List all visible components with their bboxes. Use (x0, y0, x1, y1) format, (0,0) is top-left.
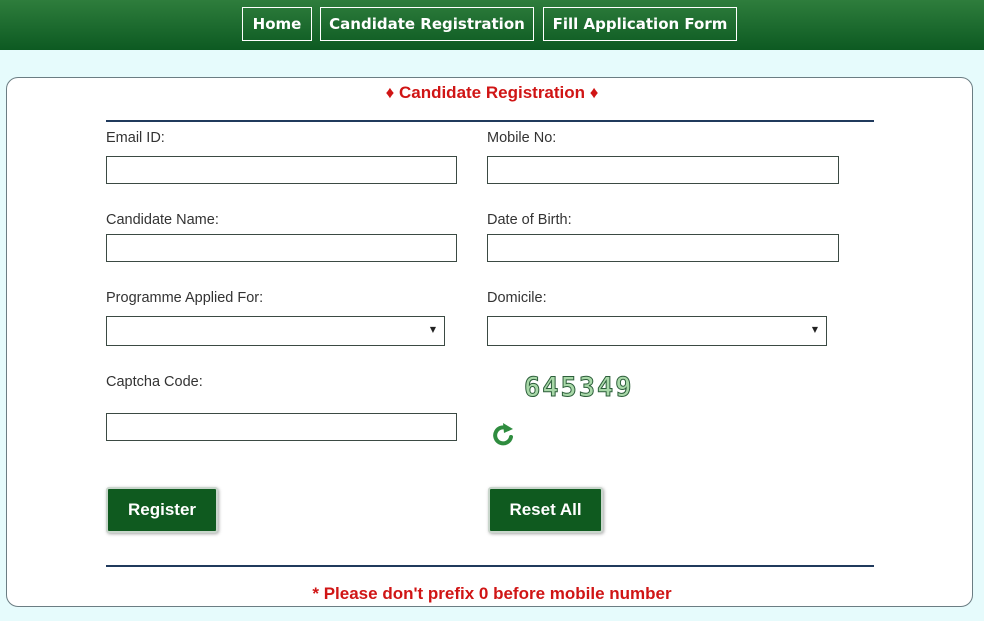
nav-home-button[interactable]: Home (242, 7, 312, 41)
mobile-input[interactable] (487, 156, 839, 184)
dob-label: Date of Birth: (487, 212, 572, 228)
dropdown-arrow-icon: ▼ (811, 325, 818, 334)
email-label: Email ID: (106, 130, 165, 146)
mobile-label: Mobile No: (487, 130, 557, 146)
refresh-icon[interactable] (491, 421, 515, 449)
domicile-select[interactable]: ▼ (487, 316, 827, 346)
captcha-input[interactable] (106, 413, 457, 441)
reset-all-button[interactable]: Reset All (488, 487, 603, 533)
register-button[interactable]: Register (106, 487, 218, 533)
dob-input[interactable] (487, 234, 839, 262)
nav-fill-application-form-button[interactable]: Fill Application Form (543, 7, 737, 41)
captcha-image: 645349 (524, 372, 634, 404)
top-divider (106, 120, 874, 122)
dropdown-arrow-icon: ▼ (429, 325, 436, 334)
email-input[interactable] (106, 156, 457, 184)
nav-candidate-registration-button[interactable]: Candidate Registration (320, 7, 534, 41)
mobile-number-note: * Please don't prefix 0 before mobile nu… (312, 584, 672, 603)
domicile-label: Domicile: (487, 290, 547, 306)
candidate-name-label: Candidate Name: (106, 212, 219, 228)
captcha-label: Captcha Code: (106, 374, 203, 390)
bottom-divider (106, 565, 874, 567)
candidate-name-input[interactable] (106, 234, 457, 262)
form-title: ♦ Candidate Registration ♦ (385, 83, 599, 102)
programme-select[interactable]: ▼ (106, 316, 445, 346)
top-navigation-bar: Home Candidate Registration Fill Applica… (0, 0, 984, 50)
programme-label: Programme Applied For: (106, 290, 264, 306)
